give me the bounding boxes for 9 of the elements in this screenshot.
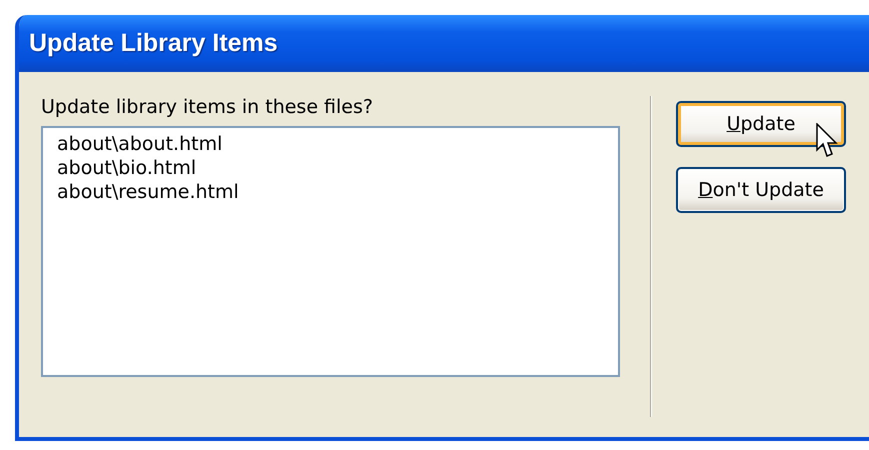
- file-list[interactable]: about\about.html about\bio.html about\resume.html: [41, 126, 620, 377]
- file-item[interactable]: about\about.html: [57, 132, 604, 156]
- window-title: Update Library Items: [29, 29, 278, 58]
- prompt-label: Update library items in these files?: [41, 96, 374, 118]
- file-item[interactable]: about\resume.html: [57, 180, 604, 204]
- dialog-button[interactable]: Update: [676, 101, 846, 147]
- file-item[interactable]: about\bio.html: [57, 156, 604, 180]
- dialog-button[interactable]: Don't Update: [676, 167, 846, 213]
- cursor-icon: [816, 123, 838, 159]
